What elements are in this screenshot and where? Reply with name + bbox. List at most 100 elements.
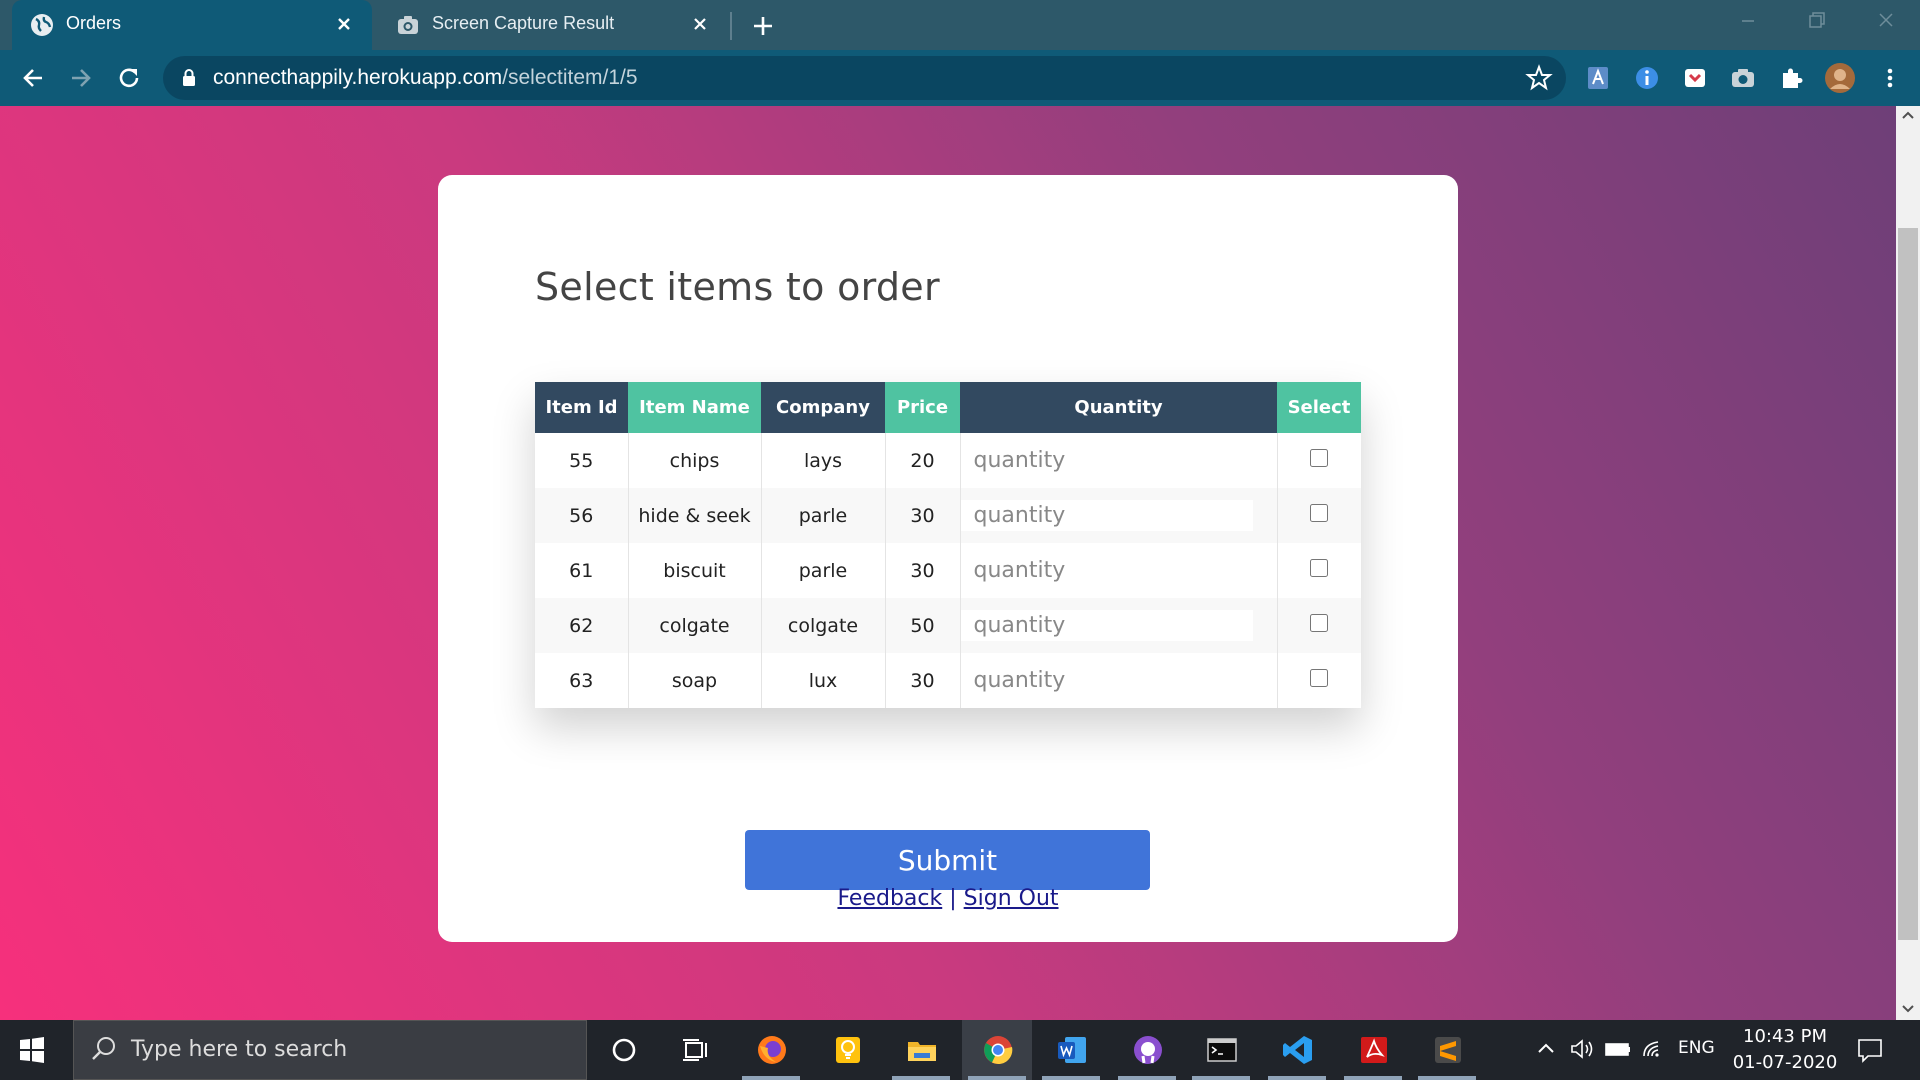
footer-links: Feedback | Sign Out bbox=[438, 886, 1458, 911]
minimize-icon[interactable] bbox=[1728, 6, 1768, 36]
quantity-cell bbox=[960, 543, 1278, 598]
chrome-app[interactable] bbox=[962, 1020, 1032, 1080]
running-indicator bbox=[1192, 1076, 1250, 1080]
tips-app[interactable] bbox=[812, 1020, 882, 1080]
lightbulb-icon bbox=[836, 1037, 860, 1063]
tab-separator bbox=[730, 12, 732, 40]
notification-icon[interactable] bbox=[1856, 1036, 1884, 1064]
speaker-icon[interactable] bbox=[1568, 1034, 1596, 1064]
company-cell: parle bbox=[761, 488, 886, 543]
column-header-company: Company bbox=[761, 382, 885, 433]
running-indicator bbox=[1118, 1076, 1176, 1080]
firefox-app[interactable] bbox=[736, 1020, 806, 1080]
scroll-down-arrow-icon[interactable] bbox=[1901, 1004, 1915, 1014]
page-background: Select items to order Item Id Item Name … bbox=[0, 106, 1896, 1020]
select-checkbox[interactable] bbox=[1310, 448, 1329, 467]
cortana-button[interactable] bbox=[588, 1020, 658, 1080]
select-checkbox[interactable] bbox=[1310, 503, 1329, 522]
vscode-icon bbox=[1283, 1036, 1312, 1064]
pocket-extension-icon[interactable] bbox=[1681, 64, 1709, 92]
select-cell bbox=[1277, 433, 1361, 488]
running-indicator bbox=[1042, 1076, 1100, 1080]
taskbar: Type here to search ENG 10:43 PM 01-07-2… bbox=[0, 1020, 1920, 1080]
forward-icon[interactable] bbox=[65, 62, 97, 94]
battery-icon[interactable] bbox=[1604, 1034, 1632, 1064]
globe-icon bbox=[31, 14, 53, 36]
window-close-icon[interactable] bbox=[1866, 6, 1906, 36]
wifi-icon[interactable] bbox=[1640, 1034, 1668, 1064]
task-view-button[interactable] bbox=[660, 1020, 730, 1080]
language-indicator[interactable]: ENG bbox=[1678, 1038, 1715, 1058]
sublime-text-app[interactable] bbox=[1412, 1020, 1482, 1080]
price-cell: 30 bbox=[885, 653, 961, 708]
word-app[interactable] bbox=[1036, 1020, 1106, 1080]
folder-icon bbox=[908, 1042, 936, 1061]
company-cell: lays bbox=[761, 433, 886, 488]
price-cell: 20 bbox=[885, 433, 961, 488]
camera-icon bbox=[398, 16, 418, 34]
running-indicator bbox=[1268, 1076, 1326, 1080]
quantity-cell bbox=[960, 653, 1278, 708]
scroll-up-arrow-icon[interactable] bbox=[1901, 110, 1915, 120]
table-header-row: Item Id Item Name Company Price Quantity… bbox=[535, 382, 1361, 433]
quantity-input[interactable] bbox=[960, 500, 1253, 531]
close-icon[interactable] bbox=[334, 14, 354, 34]
table-row: 62 colgate colgate 50 bbox=[535, 598, 1361, 653]
item-name-cell: hide & seek bbox=[628, 488, 762, 543]
terminal-app[interactable] bbox=[1186, 1020, 1256, 1080]
search-icon bbox=[92, 1037, 115, 1060]
tab-screen-capture[interactable]: Screen Capture Result bbox=[378, 0, 728, 50]
pdf-icon bbox=[1361, 1037, 1387, 1063]
translate-extension-icon[interactable] bbox=[1584, 64, 1612, 92]
table-row: 63 soap lux 30 bbox=[535, 653, 1361, 708]
quantity-input[interactable] bbox=[960, 610, 1253, 641]
file-explorer-app[interactable] bbox=[886, 1020, 956, 1080]
tab-orders[interactable]: Orders bbox=[12, 0, 372, 50]
star-icon[interactable] bbox=[1525, 64, 1553, 92]
running-indicator bbox=[1344, 1076, 1402, 1080]
select-cell bbox=[1277, 488, 1361, 543]
company-cell: lux bbox=[761, 653, 886, 708]
acrobat-app[interactable] bbox=[1338, 1020, 1408, 1080]
order-card: Select items to order Item Id Item Name … bbox=[438, 175, 1458, 942]
quantity-input[interactable] bbox=[960, 555, 1253, 586]
quantity-input[interactable] bbox=[960, 445, 1253, 476]
submit-button[interactable]: Submit bbox=[745, 830, 1150, 890]
lock-icon[interactable] bbox=[180, 67, 198, 89]
menu-dots-icon[interactable] bbox=[1876, 64, 1904, 92]
tab-strip: Orders Screen Capture Result bbox=[0, 0, 1920, 50]
search-placeholder: Type here to search bbox=[131, 1037, 348, 1062]
system-clock[interactable]: 10:43 PM 01-07-2020 bbox=[1730, 1024, 1840, 1076]
url-text[interactable]: connecthappily.herokuapp.com/selectitem/… bbox=[213, 66, 638, 90]
item-name-cell: soap bbox=[628, 653, 762, 708]
order-table: Item Id Item Name Company Price Quantity… bbox=[535, 382, 1361, 708]
link-separator: | bbox=[949, 886, 957, 911]
chevron-up-icon[interactable] bbox=[1532, 1034, 1560, 1064]
tab-title: Orders bbox=[66, 13, 122, 33]
extensions-puzzle-icon[interactable] bbox=[1777, 64, 1805, 92]
reload-icon[interactable] bbox=[113, 62, 145, 94]
camera-extension-icon[interactable] bbox=[1729, 64, 1757, 92]
quantity-input[interactable] bbox=[960, 665, 1253, 696]
new-tab-icon[interactable] bbox=[748, 12, 778, 40]
select-checkbox[interactable] bbox=[1310, 668, 1329, 687]
price-cell: 50 bbox=[885, 598, 961, 653]
info-extension-icon[interactable] bbox=[1633, 64, 1661, 92]
profile-avatar[interactable] bbox=[1824, 62, 1856, 94]
select-cell bbox=[1277, 653, 1361, 708]
sign-out-link[interactable]: Sign Out bbox=[964, 886, 1059, 911]
select-checkbox[interactable] bbox=[1310, 558, 1329, 577]
scrollbar-thumb[interactable] bbox=[1898, 228, 1918, 940]
close-icon[interactable] bbox=[690, 14, 710, 34]
url-host: connecthappily.herokuapp.com bbox=[213, 66, 503, 89]
restore-icon[interactable] bbox=[1796, 6, 1836, 36]
back-icon[interactable] bbox=[17, 62, 49, 94]
tab-title: Screen Capture Result bbox=[432, 13, 615, 33]
select-checkbox[interactable] bbox=[1310, 613, 1329, 632]
quantity-cell bbox=[960, 598, 1278, 653]
github-desktop-app[interactable] bbox=[1112, 1020, 1182, 1080]
windows-start-icon[interactable] bbox=[18, 1036, 46, 1064]
vscode-app[interactable] bbox=[1262, 1020, 1332, 1080]
feedback-link[interactable]: Feedback bbox=[837, 886, 942, 911]
task-view-icon bbox=[683, 1039, 707, 1061]
